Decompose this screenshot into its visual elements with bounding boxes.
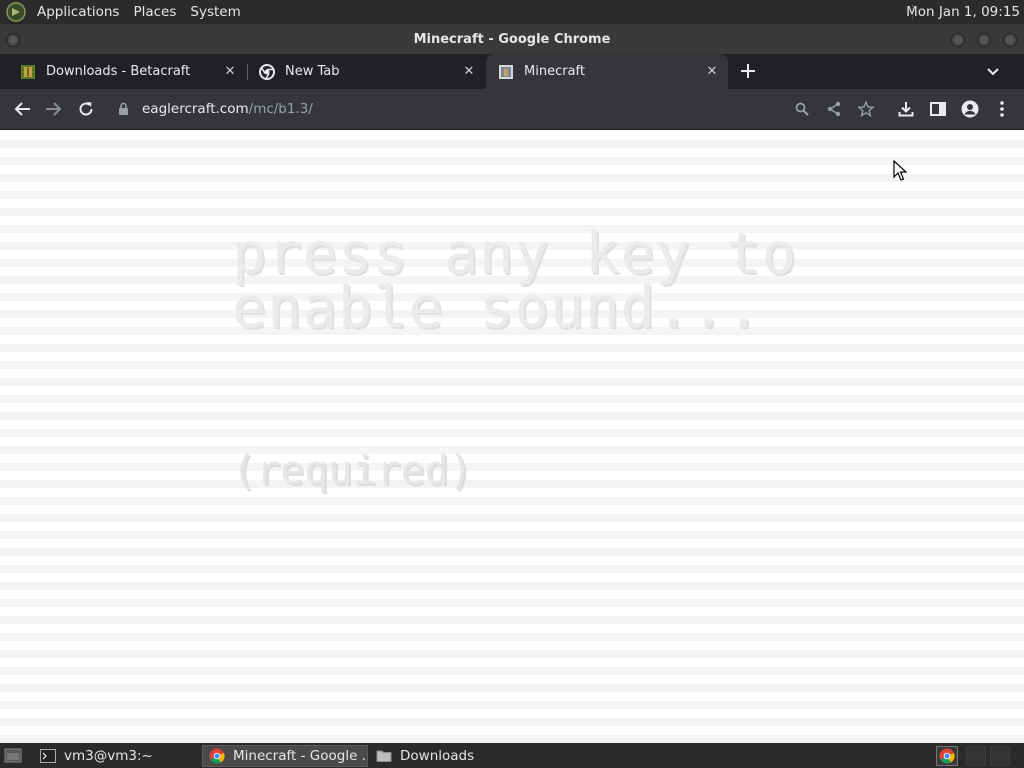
folder-icon — [376, 750, 392, 762]
tab-new-tab[interactable]: New Tab ✕ — [247, 54, 485, 89]
plus-icon — [741, 64, 755, 78]
star-icon — [858, 101, 874, 117]
workspace-switcher-2[interactable] — [990, 746, 1010, 766]
download-icon — [898, 102, 914, 117]
taskbar-label: vm3@vm3:~ — [64, 748, 153, 764]
window-titlebar[interactable]: Minecraft - Google Chrome — [0, 24, 1024, 54]
taskbar-item-terminal[interactable]: vm3@vm3:~ — [34, 745, 200, 767]
minecraft-icon — [499, 64, 513, 79]
share-button[interactable] — [820, 95, 848, 123]
distro-logo-icon[interactable] — [6, 2, 26, 22]
kebab-menu-icon — [1000, 101, 1004, 117]
taskbar-label: Downloads — [400, 748, 475, 764]
tab-minecraft[interactable]: Minecraft ✕ — [486, 54, 728, 89]
minimize-button[interactable] — [951, 33, 965, 47]
panel-clock[interactable]: Mon Jan 1, 09:15 — [906, 0, 1020, 24]
tab-title: Minecraft — [524, 64, 585, 79]
tab-title: New Tab — [285, 64, 340, 79]
top-panel: Applications Places System Mon Jan 1, 09… — [0, 0, 1024, 24]
profile-button[interactable] — [956, 95, 984, 123]
reload-button[interactable] — [72, 95, 100, 123]
window-menu-button[interactable] — [6, 33, 20, 47]
side-panel-icon — [930, 102, 946, 116]
avatar-icon — [961, 100, 979, 118]
address-bar[interactable]: eaglercraft.com/mc/b1.3/ — [106, 94, 886, 124]
new-tab-button[interactable] — [736, 59, 760, 83]
bookmark-button[interactable] — [852, 95, 880, 123]
tray-chrome-button[interactable] — [936, 746, 958, 766]
chrome-icon — [939, 748, 955, 764]
game-canvas[interactable]: press any key to enable sound... (requir… — [0, 131, 1024, 743]
zoom-search-button[interactable] — [788, 95, 816, 123]
prompt-line-2: enable sound... — [232, 275, 762, 341]
chrome-menu-button[interactable] — [988, 95, 1016, 123]
close-window-button[interactable] — [1003, 33, 1017, 47]
back-button[interactable] — [8, 95, 36, 123]
prompt-line-1: press any key to — [232, 221, 798, 287]
lock-icon[interactable] — [118, 102, 129, 116]
maximize-button[interactable] — [977, 33, 991, 47]
applications-menu[interactable]: Applications — [30, 0, 126, 24]
chrome-icon — [259, 63, 275, 80]
show-desktop-icon[interactable] — [4, 748, 22, 763]
close-icon[interactable]: ✕ — [702, 62, 722, 82]
required-note: (required) — [232, 448, 473, 494]
arrow-left-icon — [14, 102, 30, 116]
chevron-down-icon — [987, 68, 999, 76]
tab-title: Downloads - Betacraft — [46, 64, 191, 79]
terminal-icon — [40, 749, 56, 763]
tab-search-button[interactable] — [982, 61, 1004, 83]
reload-icon — [79, 102, 93, 116]
workspace-switcher-1[interactable] — [966, 746, 986, 766]
tab-strip: Downloads - Betacraft ✕ New Tab ✕ Minecr… — [0, 54, 1024, 89]
enable-sound-prompt: press any key to enable sound... — [232, 221, 798, 341]
places-menu[interactable]: Places — [126, 0, 183, 24]
bottom-panel: vm3@vm3:~ Minecraft - Google ... Downloa… — [0, 743, 1024, 768]
tab-downloads-betacraft[interactable]: Downloads - Betacraft ✕ — [8, 54, 246, 89]
forward-button[interactable] — [40, 95, 68, 123]
share-icon — [827, 101, 841, 117]
browser-toolbar: eaglercraft.com/mc/b1.3/ — [0, 89, 1024, 130]
chrome-icon — [209, 748, 225, 764]
side-panel-button[interactable] — [924, 95, 952, 123]
window-title: Minecraft - Google Chrome — [413, 32, 611, 47]
system-menu[interactable]: System — [183, 0, 247, 24]
close-icon[interactable]: ✕ — [220, 62, 240, 82]
url-text[interactable]: eaglercraft.com/mc/b1.3/ — [142, 94, 313, 124]
close-icon[interactable]: ✕ — [459, 62, 479, 82]
taskbar-item-chrome[interactable]: Minecraft - Google ... — [202, 745, 368, 767]
taskbar-item-downloads[interactable]: Downloads — [370, 745, 536, 767]
taskbar-label: Minecraft - Google ... — [233, 748, 367, 764]
mouse-cursor-icon — [893, 160, 907, 181]
betacraft-icon — [21, 64, 35, 79]
downloads-button[interactable] — [892, 95, 920, 123]
search-icon — [795, 102, 809, 116]
arrow-right-icon — [46, 102, 62, 116]
